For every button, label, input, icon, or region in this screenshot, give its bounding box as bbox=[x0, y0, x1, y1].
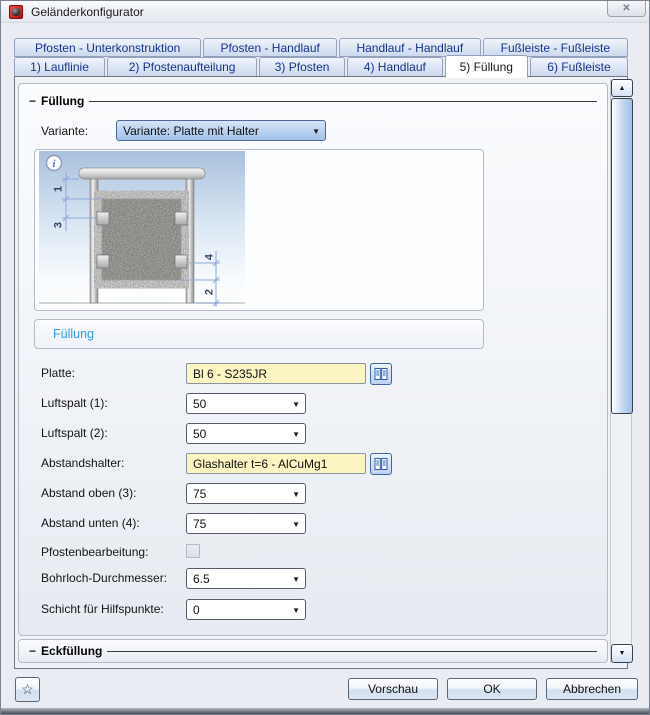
preview-caption: Füllung bbox=[53, 327, 94, 341]
platte-catalog-button[interactable] bbox=[370, 363, 392, 385]
abstand-unten-value: 75 bbox=[193, 517, 206, 531]
preview-panel: 1 3 4 2 i bbox=[34, 149, 484, 311]
chevron-down-icon: ▼ bbox=[292, 430, 300, 439]
tab-lauflinie[interactable]: 1) Lauflinie bbox=[14, 57, 105, 77]
schicht-select[interactable]: 0 ▼ bbox=[186, 599, 306, 620]
tab-row-connections: Pfosten - Unterkonstruktion Pfosten - Ha… bbox=[14, 38, 628, 57]
schicht-value: 0 bbox=[193, 603, 200, 617]
bohrloch-select[interactable]: 6.5 ▼ bbox=[186, 568, 306, 589]
catalog-book-icon bbox=[374, 457, 388, 471]
app-icon-ball bbox=[12, 8, 20, 16]
luftspalt2-label: Luftspalt (2): bbox=[41, 426, 108, 440]
ok-button[interactable]: OK bbox=[447, 678, 537, 700]
tab-pfosten[interactable]: 3) Pfosten bbox=[259, 57, 345, 77]
tab-fuellung-active[interactable]: 5) Füllung bbox=[445, 55, 528, 78]
dim-label-2: 2 bbox=[204, 289, 216, 295]
infill-panel-texture bbox=[102, 199, 181, 280]
luftspalt2-select[interactable]: 50 ▼ bbox=[186, 423, 306, 444]
title-bar[interactable]: Geländerkonfigurator bbox=[1, 1, 649, 23]
abstand-oben-label: Abstand oben (3): bbox=[41, 486, 136, 500]
luftspalt1-value: 50 bbox=[193, 397, 206, 411]
section-title-eckfuellung: Eckfüllung bbox=[41, 644, 102, 658]
favorite-button[interactable]: ☆ bbox=[15, 677, 40, 702]
info-icon[interactable]: i bbox=[47, 156, 62, 171]
window-title: Geländerkonfigurator bbox=[31, 5, 144, 19]
schicht-label: Schicht für Hilfspunkte: bbox=[41, 602, 164, 616]
abstand-unten-select[interactable]: 75 ▼ bbox=[186, 513, 306, 534]
tab-pfosten-handlauf[interactable]: Pfosten - Handlauf bbox=[203, 38, 337, 57]
scrollbar[interactable]: ▲ ▼ bbox=[610, 79, 632, 663]
abstandshalter-input[interactable]: Glashalter t=6 - AlCuMg1 bbox=[186, 453, 366, 474]
vorschau-button[interactable]: Vorschau bbox=[348, 678, 438, 700]
section-rule bbox=[89, 101, 597, 102]
close-icon: ✕ bbox=[622, 3, 630, 14]
handrail-shape bbox=[79, 168, 205, 179]
platte-input[interactable]: Bl 6 - S235JR bbox=[186, 363, 366, 384]
platte-label: Platte: bbox=[41, 366, 75, 380]
collapse-icon[interactable]: − bbox=[29, 646, 36, 656]
luftspalt2-value: 50 bbox=[193, 427, 206, 441]
section-header-fuellung: − Füllung bbox=[29, 94, 597, 108]
luftspalt1-select[interactable]: 50 ▼ bbox=[186, 393, 306, 414]
variante-value: Variante: Platte mit Halter bbox=[123, 124, 259, 138]
up-arrow-icon: ▲ bbox=[619, 85, 626, 92]
abstandshalter-value: Glashalter t=6 - AlCuMg1 bbox=[193, 457, 327, 471]
window-bottom-edge bbox=[1, 708, 649, 714]
scrollbar-down-button[interactable]: ▼ bbox=[611, 644, 633, 663]
abstand-oben-select[interactable]: 75 ▼ bbox=[186, 483, 306, 504]
dim-label-4: 4 bbox=[204, 253, 216, 260]
abbrechen-button[interactable]: Abbrechen bbox=[546, 678, 638, 700]
star-icon: ☆ bbox=[21, 681, 34, 698]
variante-select[interactable]: Variante: Platte mit Halter ▼ bbox=[116, 120, 326, 141]
platte-value: Bl 6 - S235JR bbox=[193, 367, 267, 381]
dim-label-3: 3 bbox=[53, 222, 65, 228]
chevron-down-icon: ▼ bbox=[292, 606, 300, 615]
scrollbar-thumb[interactable] bbox=[611, 98, 633, 414]
abstand-unten-label: Abstand unten (4): bbox=[41, 516, 140, 530]
tab-row-steps: 1) Lauflinie 2) Pfostenaufteilung 3) Pfo… bbox=[14, 57, 628, 77]
tab-pfostenaufteilung[interactable]: 2) Pfostenaufteilung bbox=[107, 57, 257, 77]
dialog-window: Geländerkonfigurator ✕ Pfosten - Unterko… bbox=[0, 0, 650, 715]
abstandshalter-catalog-button[interactable] bbox=[370, 453, 392, 475]
preview-caption-box: Füllung bbox=[34, 319, 484, 349]
preview-drawing: 1 3 4 2 i bbox=[39, 151, 245, 309]
section-rule bbox=[107, 651, 597, 652]
chevron-down-icon: ▼ bbox=[292, 575, 300, 584]
pfostenbearbeitung-label: Pfostenbearbeitung: bbox=[41, 545, 148, 559]
variante-label: Variante: bbox=[41, 124, 88, 138]
section-fuellung: − Füllung Variante: Variante: Platte mit… bbox=[18, 83, 608, 636]
tab-handlauf[interactable]: 4) Handlauf bbox=[347, 57, 443, 77]
bohrloch-label: Bohrloch-Durchmesser: bbox=[41, 571, 167, 585]
chevron-down-icon: ▼ bbox=[292, 520, 300, 529]
bohrloch-value: 6.5 bbox=[193, 572, 210, 586]
chevron-down-icon: ▼ bbox=[312, 127, 320, 136]
abstand-oben-value: 75 bbox=[193, 487, 206, 501]
section-eckfuellung: − Eckfüllung bbox=[18, 639, 608, 663]
content-panel: − Füllung Variante: Variante: Platte mit… bbox=[14, 76, 628, 669]
pfostenbearbeitung-checkbox[interactable] bbox=[186, 544, 200, 558]
scrollbar-up-button[interactable]: ▲ bbox=[611, 79, 633, 97]
app-icon bbox=[9, 5, 23, 19]
section-title-fuellung: Füllung bbox=[41, 94, 84, 108]
abstandshalter-label: Abstandshalter: bbox=[41, 456, 124, 470]
luftspalt1-label: Luftspalt (1): bbox=[41, 396, 108, 410]
catalog-book-icon bbox=[374, 367, 388, 381]
close-button[interactable]: ✕ bbox=[607, 1, 646, 17]
tab-pfosten-unterkonstruktion[interactable]: Pfosten - Unterkonstruktion bbox=[14, 38, 201, 57]
dim-label-1: 1 bbox=[53, 186, 65, 192]
collapse-icon[interactable]: − bbox=[29, 96, 36, 106]
chevron-down-icon: ▼ bbox=[292, 490, 300, 499]
down-arrow-icon: ▼ bbox=[619, 650, 626, 657]
chevron-down-icon: ▼ bbox=[292, 400, 300, 409]
tab-fussleiste[interactable]: 6) Fußleiste bbox=[530, 57, 628, 77]
